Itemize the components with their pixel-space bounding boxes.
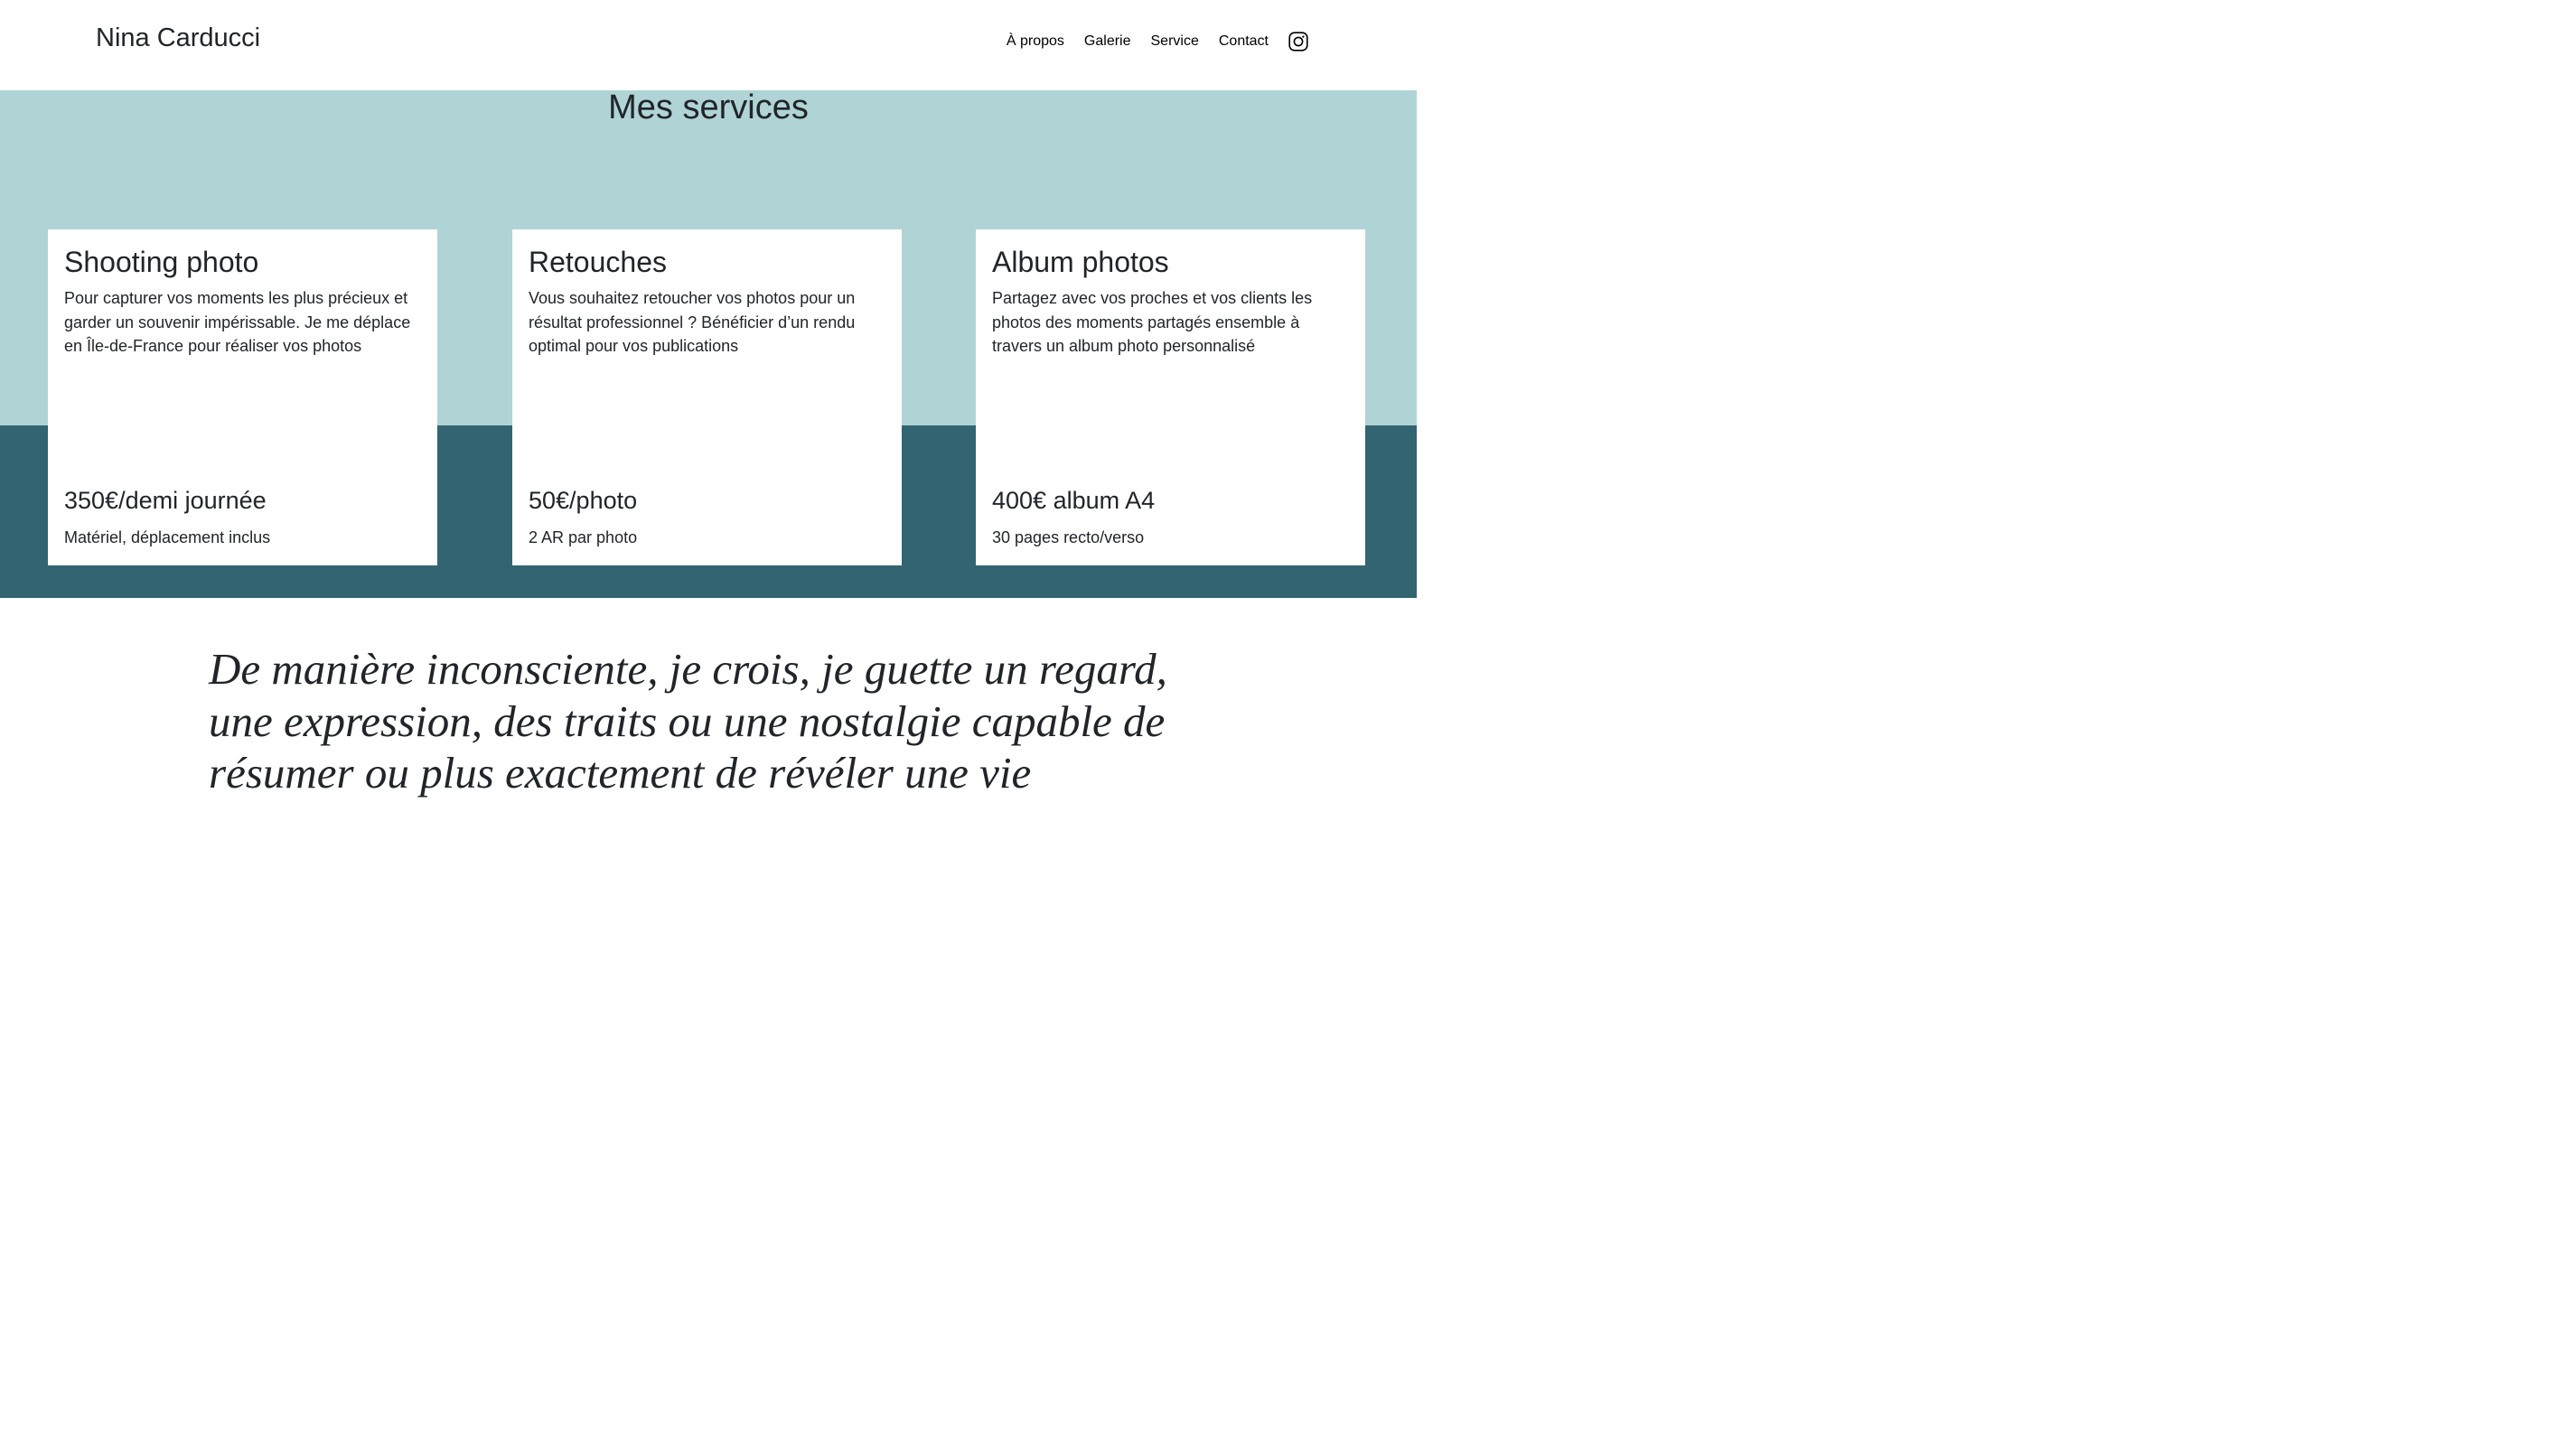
service-card-album: Album photos Partagez avec vos proches e… [976, 229, 1365, 565]
service-card-title: Album photos [992, 246, 1169, 278]
services-section: Mes services Shooting photo Pour capture… [0, 89, 1417, 598]
nav-link-service[interactable]: Service [1151, 32, 1199, 51]
service-card-note: 2 AR par photo [529, 528, 638, 546]
site-header: Nina Carducci À propos Galerie Service C… [0, 0, 1417, 90]
service-card-description: Pour capturer vos moments les plus préci… [64, 289, 411, 356]
quote-text: De manière inconsciente, je crois, je gu… [209, 644, 1167, 798]
nav-link-a-propos[interactable]: À propos [1007, 32, 1064, 51]
service-card-description: Vous souhaitez retoucher vos photos pour… [529, 289, 856, 356]
service-card-shooting: Shooting photo Pour capturer vos moments… [48, 229, 437, 565]
service-card-title: Retouches [529, 246, 667, 278]
service-card-note: Matériel, déplacement inclus [64, 528, 271, 546]
service-card-price: 400€ album A4 [992, 487, 1156, 514]
main-nav: À propos Galerie Service Contact [1007, 32, 1308, 51]
instagram-icon[interactable] [1288, 32, 1308, 51]
service-card-price: 350€/demi journée [64, 487, 267, 514]
nav-link-contact[interactable]: Contact [1219, 32, 1269, 51]
nav-link-galerie[interactable]: Galerie [1084, 32, 1131, 51]
service-card-price: 50€/photo [529, 487, 638, 514]
service-card-description: Partagez avec vos proches et vos clients… [992, 289, 1313, 356]
services-title: Mes services [608, 89, 809, 126]
service-card-retouches: Retouches Vous souhaitez retoucher vos p… [512, 229, 902, 565]
service-card-title: Shooting photo [64, 246, 259, 278]
service-card-note: 30 pages recto/verso [992, 528, 1145, 546]
site-brand[interactable]: Nina Carducci [96, 20, 260, 56]
